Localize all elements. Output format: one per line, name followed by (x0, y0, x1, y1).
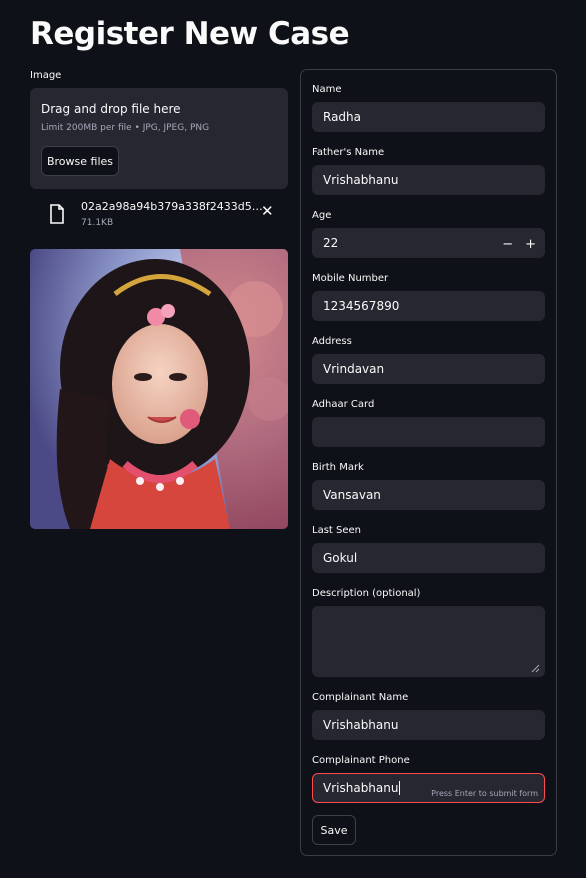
dropzone-title: Drag and drop file here (41, 102, 181, 116)
address-label: Address (312, 336, 352, 347)
age-stepper: − + (502, 229, 536, 259)
submit-hint: Press Enter to submit form (431, 789, 538, 798)
image-label: Image (30, 70, 62, 81)
uploaded-file-size: 71.1KB (81, 218, 114, 228)
name-label: Name (312, 84, 342, 95)
fathers-name-label: Father's Name (312, 147, 385, 158)
age-value: 22 (323, 236, 339, 250)
last-seen-input[interactable]: Gokul (312, 543, 545, 573)
adhaar-card-input[interactable] (312, 417, 545, 447)
complainant-name-input[interactable]: Vrishabhanu (312, 710, 545, 740)
uploaded-file-row: 02a2a98a94b379a338f2433d5bad… 71.1KB ✕ (30, 198, 288, 242)
save-button[interactable]: Save (312, 815, 356, 845)
complainant-name-label: Complainant Name (312, 692, 409, 703)
fathers-name-input[interactable]: Vrishabhanu (312, 165, 545, 195)
age-input[interactable]: 22 − + (312, 228, 545, 258)
complainant-phone-label: Complainant Phone (312, 755, 410, 766)
uploaded-file-name: 02a2a98a94b379a338f2433d5bad… (81, 200, 263, 213)
register-case-form: Name Radha Father's Name Vrishabhanu Age… (300, 69, 557, 856)
mobile-number-label: Mobile Number (312, 273, 389, 284)
age-increment-button[interactable]: + (525, 237, 536, 252)
last-seen-label: Last Seen (312, 525, 361, 536)
file-icon (50, 204, 64, 224)
age-decrement-button[interactable]: − (502, 237, 513, 252)
age-label: Age (312, 210, 332, 221)
name-input[interactable]: Radha (312, 102, 545, 132)
resize-handle-icon[interactable] (531, 664, 540, 673)
address-input[interactable]: Vrindavan (312, 354, 545, 384)
adhaar-card-label: Adhaar Card (312, 399, 375, 410)
close-icon[interactable]: ✕ (261, 202, 274, 220)
complainant-phone-value: Vrishabhanu (323, 781, 399, 795)
image-uploader-section: Image Drag and drop file here Limit 200M… (30, 70, 288, 529)
complainant-phone-input[interactable]: Vrishabhanu Press Enter to submit form (312, 773, 545, 803)
uploaded-image-preview (30, 249, 288, 529)
dropzone-limit: Limit 200MB per file • JPG, JPEG, PNG (41, 123, 210, 133)
description-label: Description (optional) (312, 588, 421, 599)
birth-mark-input[interactable]: Vansavan (312, 480, 545, 510)
birth-mark-label: Birth Mark (312, 462, 364, 473)
text-caret (399, 781, 401, 795)
mobile-number-input[interactable]: 1234567890 (312, 291, 545, 321)
description-textarea[interactable] (312, 606, 545, 677)
file-dropzone[interactable]: Drag and drop file here Limit 200MB per … (30, 88, 288, 189)
page-title: Register New Case (30, 16, 350, 52)
browse-files-button[interactable]: Browse files (41, 146, 119, 176)
